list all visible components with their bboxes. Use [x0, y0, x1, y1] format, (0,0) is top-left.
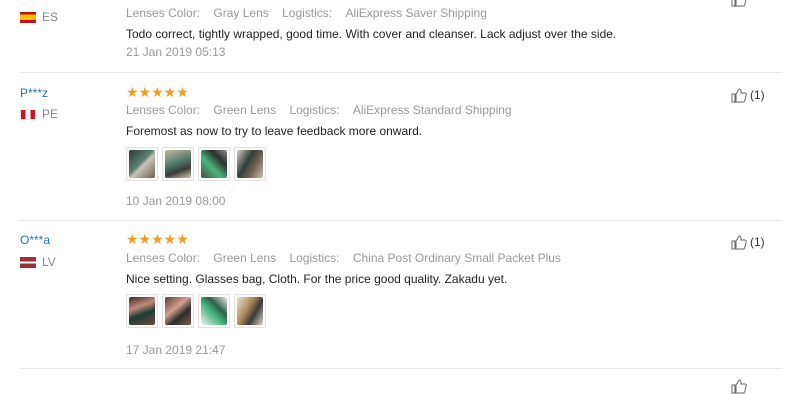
review-attributes: Lenses Color: Green Lens Logistics: AliE…	[126, 103, 512, 117]
helpful-button[interactable]: (1)	[731, 234, 765, 250]
star-rating: ★★★★★	[126, 84, 189, 100]
review-photo-thumbnail[interactable]	[162, 294, 194, 328]
flag-icon	[20, 108, 36, 120]
flag-icon	[20, 256, 36, 268]
logistics-method: AliExpress Saver Shipping	[345, 6, 487, 20]
helpful-button[interactable]	[731, 0, 747, 7]
review-date: 17 Jan 2019 21:47	[126, 343, 226, 357]
review-photo-thumbnail[interactable]	[126, 294, 158, 328]
reviewer-country: LV	[20, 255, 56, 269]
helpful-button[interactable]: (1)	[731, 87, 765, 103]
review-text: Todo correct, tightly wrapped, good time…	[126, 27, 617, 41]
review-attributes: Lenses Color: Gray Lens Logistics: AliEx…	[126, 6, 487, 20]
review-photo-thumbnail[interactable]	[126, 147, 158, 181]
review-divider	[20, 72, 782, 73]
helpful-count: (1)	[750, 235, 765, 249]
reviewer-country: PE	[20, 107, 58, 121]
thumbs-up-icon	[731, 379, 747, 394]
logistics-method: AliExpress Standard Shipping	[352, 103, 512, 117]
review-photos	[126, 294, 266, 328]
review-attributes: Lenses Color: Green Lens Logistics: Chin…	[126, 251, 561, 265]
lens-color: Green Lens	[213, 103, 277, 117]
helpful-count: (1)	[750, 88, 765, 102]
logistics-method: China Post Ordinary Small Packet Plus	[352, 251, 561, 265]
review-photo-thumbnail[interactable]	[162, 147, 194, 181]
review-photo-thumbnail[interactable]	[198, 294, 230, 328]
country-code: ES	[42, 10, 59, 24]
review-date: 10 Jan 2019 08:00	[126, 194, 226, 208]
star-rating: ★★★★★	[126, 231, 189, 247]
thumbs-up-icon	[731, 0, 747, 7]
review-text: Nice setting. Glasses bag, Cloth. For th…	[126, 272, 508, 286]
country-code: LV	[42, 255, 56, 269]
lens-color: Green Lens	[213, 251, 277, 265]
thumbs-up-icon	[731, 235, 747, 250]
lens-color: Gray Lens	[213, 6, 269, 20]
thumbs-up-icon	[731, 88, 747, 103]
review-divider	[20, 220, 782, 221]
review-divider	[20, 368, 782, 369]
reviewer-name[interactable]: P***z	[20, 86, 48, 100]
review-photo-thumbnail[interactable]	[234, 147, 266, 181]
reviewer-name[interactable]: O***a	[20, 233, 50, 247]
review-date: 21 Jan 2019 05:13	[126, 45, 226, 59]
review-photo-thumbnail[interactable]	[198, 147, 230, 181]
review-photo-thumbnail[interactable]	[234, 294, 266, 328]
helpful-button[interactable]	[731, 378, 747, 394]
reviewer-country: ES	[20, 10, 58, 24]
country-code: PE	[42, 107, 59, 121]
review-photos	[126, 147, 266, 181]
flag-icon	[20, 11, 36, 23]
review-text: Foremost as now to try to leave feedback…	[126, 124, 423, 138]
